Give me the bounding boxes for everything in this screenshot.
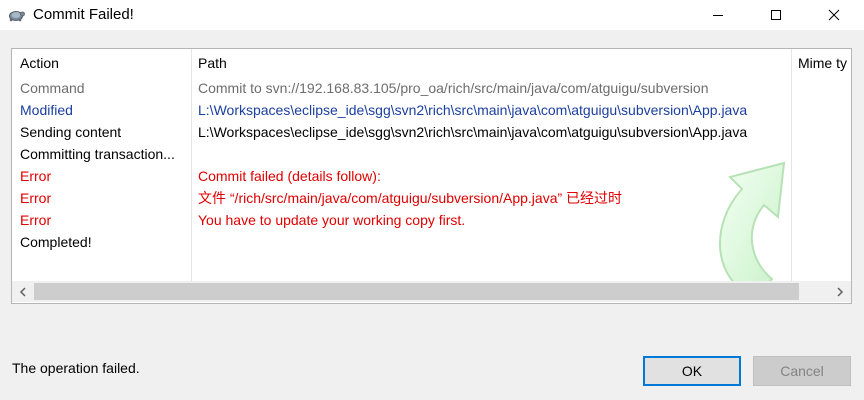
minimize-button[interactable] xyxy=(695,0,741,30)
commit-log-list[interactable]: Action Path Mime ty Command Commit to sv… xyxy=(11,48,852,304)
row-action: Modified xyxy=(20,102,73,118)
row-path: 文件 “/rich/src/main/java/com/atguigu/subv… xyxy=(198,190,623,206)
column-header-path[interactable]: Path xyxy=(192,49,792,77)
scroll-right-button[interactable] xyxy=(829,281,851,302)
row-action: Error xyxy=(20,190,52,206)
chevron-left-icon xyxy=(19,286,26,297)
minimize-icon xyxy=(713,15,723,16)
row-path: L:\Workspaces\eclipse_ide\sgg\svn2\rich\… xyxy=(198,124,748,140)
maximize-icon xyxy=(771,10,781,20)
row-action: Completed! xyxy=(20,234,92,250)
tortoise-svn-icon xyxy=(7,5,25,23)
chevron-right-icon xyxy=(837,286,844,297)
scrollbar-thumb[interactable] xyxy=(34,283,799,300)
row-action: Error xyxy=(20,168,52,184)
ok-button[interactable]: OK xyxy=(643,356,741,386)
row-action: Command xyxy=(20,80,85,96)
scroll-left-button[interactable] xyxy=(12,281,34,302)
column-header-mime-type[interactable]: Mime ty xyxy=(792,49,851,77)
row-action: Sending content xyxy=(20,124,122,140)
status-message: The operation failed. xyxy=(12,360,140,376)
row-path: Commit failed (details follow): xyxy=(198,168,381,184)
close-icon xyxy=(828,9,840,21)
window-title: Commit Failed! xyxy=(33,6,134,23)
list-row[interactable]: Command Commit to svn://192.168.83.105/p… xyxy=(12,77,851,99)
row-path: Commit to svn://192.168.83.105/pro_oa/ri… xyxy=(198,80,709,96)
list-row[interactable]: Modified L:\Workspaces\eclipse_ide\sgg\s… xyxy=(12,99,851,121)
close-button[interactable] xyxy=(811,0,857,30)
row-action: Committing transaction... xyxy=(20,146,175,162)
cancel-button[interactable]: Cancel xyxy=(753,356,851,386)
row-path: You have to update your working copy fir… xyxy=(198,212,466,228)
column-header-action[interactable]: Action xyxy=(12,49,192,77)
horizontal-scrollbar[interactable] xyxy=(12,281,851,302)
maximize-button[interactable] xyxy=(753,0,799,30)
title-bar: Commit Failed! xyxy=(0,0,864,30)
row-path: L:\Workspaces\eclipse_ide\sgg\svn2\rich\… xyxy=(198,102,748,118)
curved-arrow-watermark-icon xyxy=(719,161,786,299)
row-action: Error xyxy=(20,212,52,228)
